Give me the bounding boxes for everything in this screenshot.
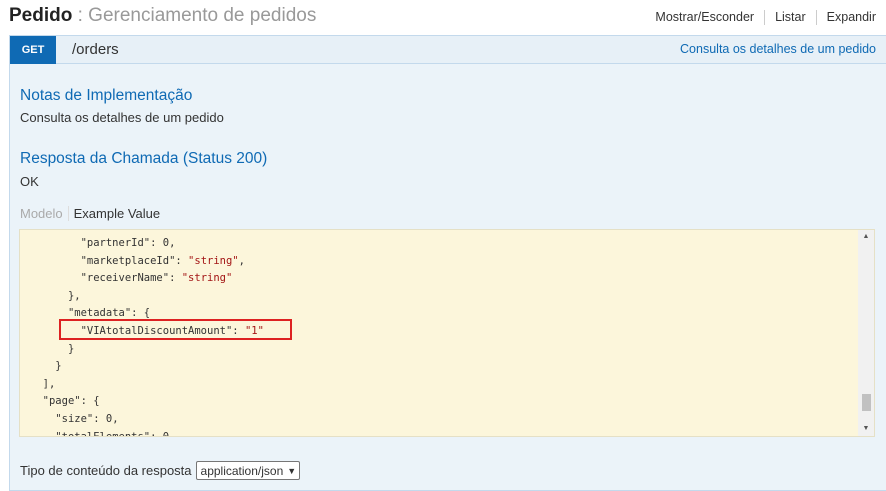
code-key: }: [67, 342, 75, 355]
header-links: Mostrar/Esconder Listar Expandir: [645, 10, 876, 25]
resource-header: Pedido : Gerenciamento de pedidos Mostra…: [0, 0, 886, 34]
show-hide-link[interactable]: Mostrar/Esconder: [645, 10, 766, 25]
code-line: "totalElements": 0,: [20, 429, 858, 436]
code-punctuation: ,: [112, 412, 119, 425]
code-value: "string": [181, 272, 233, 285]
response-status-text: OK: [20, 174, 39, 189]
scroll-down-arrow-icon[interactable]: ▼: [858, 422, 874, 436]
code-value: "string": [188, 254, 239, 267]
code-key: "partnerId":: [80, 237, 163, 249]
code-key: "size":: [55, 412, 106, 425]
scrollbar-thumb[interactable]: [862, 394, 871, 411]
list-link[interactable]: Listar: [765, 10, 817, 25]
code-key: ],: [42, 377, 56, 390]
code-key: "receiverName":: [80, 272, 182, 285]
operation-panel: GET /orders Consulta os detalhes de um p…: [9, 35, 886, 491]
code-key: "marketplaceId":: [80, 254, 189, 267]
endpoint-path[interactable]: /orders: [72, 41, 119, 58]
resource-name[interactable]: Pedido: [9, 5, 72, 26]
code-line: ],: [20, 376, 858, 394]
code-line: },: [20, 288, 858, 306]
tab-example-value[interactable]: Example Value: [69, 206, 160, 221]
code-key: },: [67, 289, 81, 302]
content-type-label: Tipo de conteúdo da resposta: [20, 463, 192, 478]
code-line: "marketplaceId": "string",: [20, 253, 858, 271]
expand-link[interactable]: Expandir: [817, 10, 876, 25]
response-content-type: Tipo de conteúdo da resposta application…: [20, 461, 301, 480]
content-type-select[interactable]: application/json ▼: [195, 461, 301, 480]
implementation-notes-text: Consulta os detalhes de um pedido: [20, 110, 224, 125]
code-scrollbar[interactable]: ▲ ▼: [858, 230, 874, 436]
resource-description: : Gerenciamento de pedidos: [72, 5, 317, 26]
code-key: "page": {: [42, 395, 100, 408]
code-line: "size": 0,: [20, 411, 858, 429]
code-punctuation: ,: [169, 431, 175, 436]
code-punctuation: ,: [238, 254, 245, 267]
code-punctuation: ,: [169, 237, 176, 249]
code-line: }: [20, 358, 858, 376]
content-type-selected: application/json: [200, 463, 284, 478]
operation-bar[interactable]: GET /orders Consulta os detalhes de um p…: [10, 36, 886, 64]
response-title: Resposta da Chamada (Status 200): [20, 150, 268, 167]
model-tabs: Modelo Example Value: [20, 206, 160, 221]
code-key: "totalElements":: [55, 431, 162, 436]
code-line: "receiverName": "string": [20, 270, 858, 288]
code-line: "partnerId": 0,: [20, 235, 858, 253]
chevron-down-icon: ▼: [287, 465, 297, 476]
highlight-box: [59, 319, 292, 340]
http-method-badge[interactable]: GET: [10, 36, 56, 64]
operation-summary-link[interactable]: Consulta os detalhes de um pedido: [680, 42, 876, 56]
scroll-up-arrow-icon[interactable]: ▲: [858, 230, 874, 244]
code-key: "metadata": {: [67, 307, 151, 320]
code-line: "page": {: [20, 393, 858, 411]
resource-title[interactable]: Pedido : Gerenciamento de pedidos: [9, 5, 316, 27]
tab-model[interactable]: Modelo: [20, 206, 69, 221]
code-key: }: [55, 360, 62, 373]
code-line: }: [20, 341, 858, 359]
implementation-notes-title: Notas de Implementação: [20, 87, 193, 104]
